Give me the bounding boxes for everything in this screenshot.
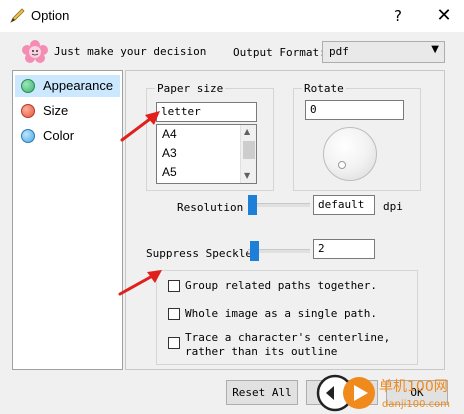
paper-size-input[interactable]: letter: [156, 102, 257, 122]
centerline-label-line2: rather than its outline: [185, 345, 338, 358]
rotate-input[interactable]: 0: [305, 100, 404, 120]
group-paths-label: Group related paths together.: [185, 279, 378, 292]
centerline-label-line1: Trace a character's centerline,: [185, 331, 391, 344]
chevron-down-icon: ▼: [431, 44, 439, 55]
list-item[interactable]: A4: [162, 127, 177, 141]
dial-indicator: [338, 161, 346, 169]
sidebar-item-size[interactable]: Size: [15, 100, 120, 122]
title-bar: Option ? ✕: [0, 0, 464, 32]
green-circle-icon: [21, 79, 35, 93]
single-path-checkbox[interactable]: [168, 308, 180, 320]
paper-size-title: Paper size: [155, 82, 226, 95]
sidebar-item-label: Size: [43, 103, 69, 118]
reset-all-button[interactable]: Reset All: [226, 380, 298, 405]
close-button[interactable]: ✕: [424, 0, 464, 32]
help-button[interactable]: ?: [380, 0, 416, 32]
paper-size-value: letter: [161, 105, 201, 118]
sidebar-item-label: Color: [43, 128, 75, 143]
output-format-label: Output Format:: [233, 46, 326, 59]
sidebar-item-appearance[interactable]: Appearance: [15, 75, 120, 97]
chevron-up-icon[interactable]: ▲: [244, 127, 250, 136]
resolution-value: default: [318, 198, 365, 211]
speckle-slider-thumb[interactable]: [250, 241, 259, 261]
category-sidebar: Appearance Size Color: [12, 70, 123, 370]
window-title: Option: [31, 8, 70, 23]
group-paths-checkbox[interactable]: [168, 280, 180, 292]
list-item[interactable]: A3: [162, 146, 177, 160]
flower-icon: [22, 40, 48, 63]
paper-size-list[interactable]: A4 A3 A5 ▲ ▼: [156, 124, 257, 184]
annotation-arrow-icon: [118, 270, 162, 296]
watermark-url: danji100.com: [382, 399, 450, 410]
speckle-input[interactable]: 2: [313, 239, 375, 259]
resolution-slider-track[interactable]: [248, 203, 310, 207]
pen-icon: [10, 8, 25, 23]
sidebar-item-color[interactable]: Color: [15, 125, 120, 147]
list-scrollbar[interactable]: ▲ ▼: [240, 125, 256, 183]
output-format-select[interactable]: pdf ▼: [322, 41, 445, 63]
red-circle-icon: [21, 104, 35, 118]
speckle-value: 2: [318, 242, 325, 255]
resolution-unit: dpi: [383, 200, 403, 213]
chevron-down-icon[interactable]: ▼: [244, 171, 250, 180]
resolution-slider-thumb[interactable]: [248, 195, 257, 215]
single-path-label: Whole image as a single path.: [185, 307, 378, 320]
output-format-value: pdf: [329, 45, 349, 58]
rotate-title: Rotate: [302, 82, 346, 95]
resolution-input[interactable]: default: [313, 195, 375, 215]
suppress-speckle-label: Suppress Speckle:: [146, 247, 259, 260]
site-watermark: 单机100网 danji100.com: [316, 374, 450, 412]
resolution-label: Resolution: [177, 201, 244, 214]
watermark-title: 单机100网: [379, 379, 448, 395]
list-item[interactable]: A5: [162, 165, 177, 179]
rotate-value: 0: [310, 103, 317, 116]
blue-circle-icon: [21, 129, 35, 143]
centerline-checkbox[interactable]: [168, 337, 180, 349]
annotation-arrow-icon: [120, 111, 160, 142]
decision-text: Just make your decision: [54, 45, 207, 58]
rotate-dial[interactable]: [323, 127, 377, 181]
scroll-thumb[interactable]: [243, 141, 255, 159]
sidebar-item-label: Appearance: [43, 78, 114, 93]
